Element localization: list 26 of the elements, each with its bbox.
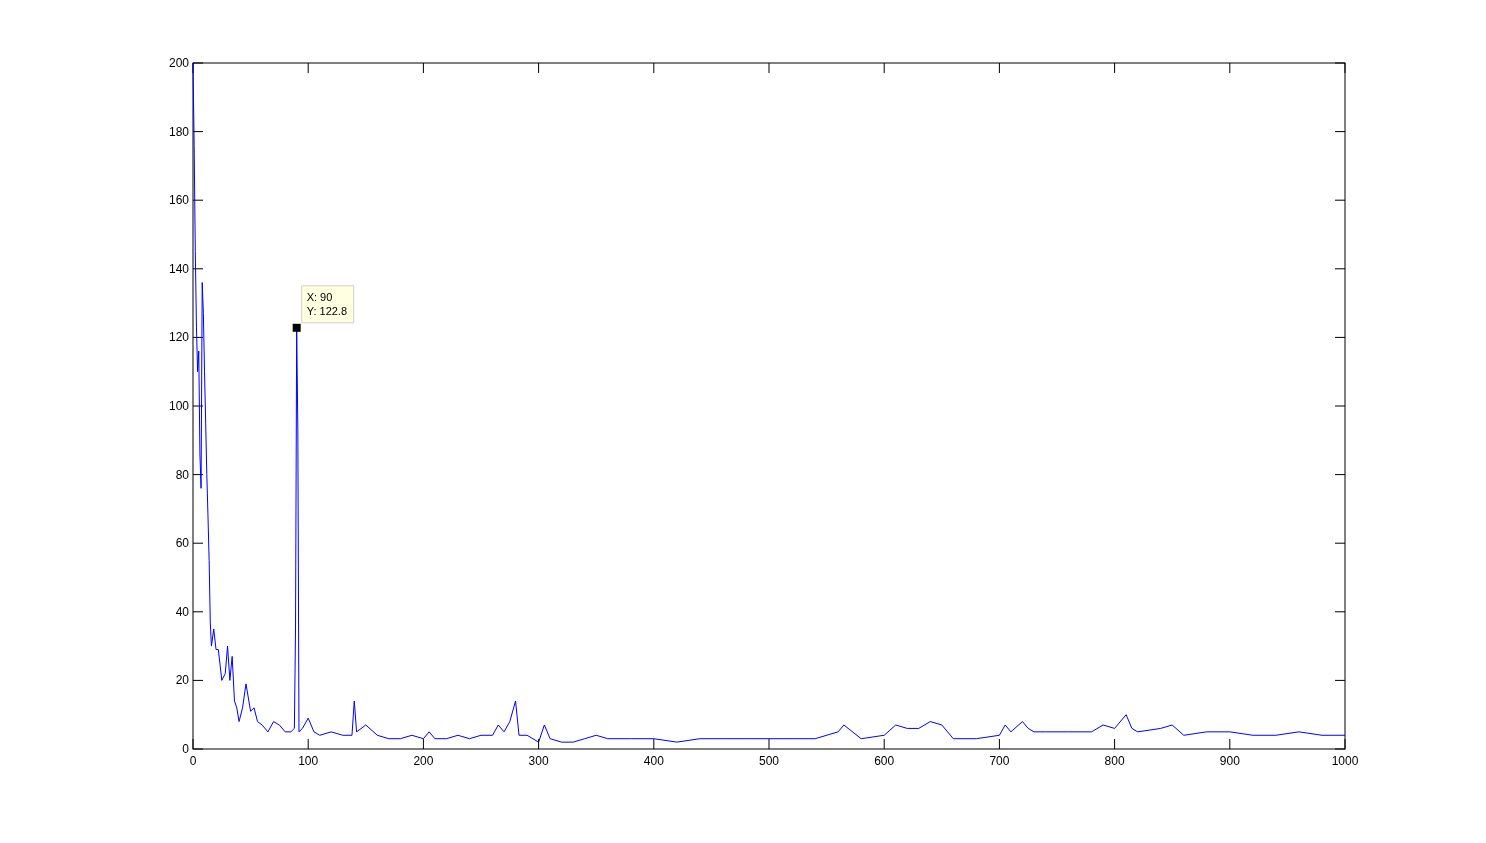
y-tick-label: 60: [175, 536, 189, 551]
x-tick-label: 600: [874, 754, 895, 768]
y-tick-label: 0: [182, 742, 189, 756]
y-tick-label: 180: [168, 124, 189, 139]
y-tick-label: 120: [168, 330, 189, 345]
x-tick-label: 100: [298, 754, 319, 768]
y-tick-label: 200: [168, 56, 189, 70]
y-tick-label: 100: [168, 399, 189, 413]
x-tick-label: 200: [413, 754, 434, 768]
x-tick-label: 700: [989, 754, 1010, 768]
data-tip-text: X: 90: [306, 290, 333, 303]
x-tick-label: 400: [643, 754, 664, 768]
x-tick-label: 1000: [1331, 754, 1359, 768]
data-tip-box: [301, 285, 355, 324]
y-tick-label: 80: [175, 467, 189, 482]
y-tick-label: 140: [168, 261, 189, 276]
y-tick-label: 40: [175, 604, 189, 619]
x-tick-label: 500: [759, 754, 779, 768]
data-tip-text: Y: 122.8: [306, 304, 348, 317]
data-point-marker[interactable]: [292, 323, 301, 332]
y-tick-label: 160: [168, 193, 189, 208]
x-tick-label: 300: [528, 754, 549, 768]
x-tick-label: 900: [1219, 754, 1240, 768]
y-tick-label: 20: [175, 673, 189, 688]
x-tick-label: 0: [189, 754, 197, 768]
x-tick-label: 800: [1104, 754, 1125, 768]
